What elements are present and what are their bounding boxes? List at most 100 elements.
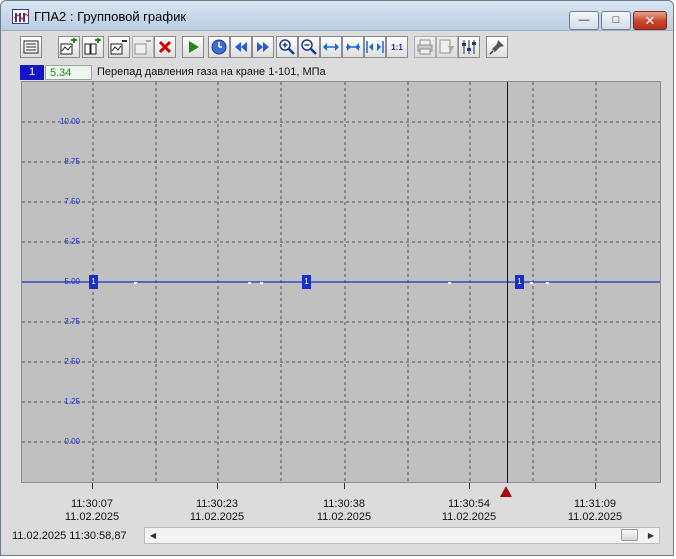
x-tick-time: 11:30:07 [70, 498, 113, 510]
x-tick-date: 11.02.2025 [316, 511, 372, 523]
x-tick-mark [92, 483, 93, 489]
minimize-icon: — [578, 14, 590, 26]
edit-chart-icon [110, 40, 127, 55]
add-multi-chart-icon [84, 38, 101, 55]
export-icon [439, 39, 454, 54]
window-title: ГПА2 : Групповой график [34, 9, 187, 24]
red-x-icon [158, 40, 172, 54]
minimize-button[interactable]: — [569, 11, 599, 30]
sliders-icon [462, 40, 476, 54]
scale-1-1-label: 1:1 [391, 42, 403, 52]
legend-number: 1 [20, 65, 44, 80]
add-chart-icon [60, 38, 77, 55]
export-button[interactable] [436, 36, 458, 58]
zoom-in-button[interactable] [276, 36, 298, 58]
client-area: 1:1 1 5.34 Перепад давления газа на кран… [10, 31, 668, 549]
expand-horizontal-button[interactable] [342, 36, 364, 58]
plot-area[interactable]: 10.00 8.75 7.50 6.25 5.00 3.75 2.50 1.25 0.00 1 1… [21, 81, 661, 484]
rewind-button[interactable] [230, 36, 252, 58]
y-axis-labels: 10.00 8.75 7.50 6.25 5.00 3.75 2.50 1.25 0.00 [22, 82, 80, 484]
app-chart-icon [12, 9, 30, 24]
pin-button[interactable] [486, 36, 508, 58]
legend-description: Перепад давления газа на кране 1-101, МП… [97, 66, 326, 78]
zoom-in-icon [279, 39, 295, 55]
x-tick-mark [595, 483, 596, 489]
play-button[interactable] [182, 36, 204, 58]
x-tick-date: 11.02.2025 [567, 511, 623, 523]
title-bar[interactable]: ГПА2 : Групповой график — □ ✕ [1, 1, 673, 31]
clock-icon [211, 39, 227, 55]
time-cursor-handle-icon[interactable] [500, 486, 512, 497]
y-tick-label: 5.00 [64, 277, 80, 286]
x-tick-date: 11.02.2025 [189, 511, 245, 523]
add-trend-button[interactable] [58, 36, 80, 58]
data-point [248, 282, 251, 284]
scale-1-1-button[interactable]: 1:1 [386, 36, 408, 58]
settings-button[interactable] [458, 36, 480, 58]
y-tick-label: 1.25 [64, 397, 80, 406]
data-point [448, 282, 451, 284]
horizontal-scrollbar[interactable]: ◀ ▶ [144, 527, 660, 544]
chart-svg [22, 82, 660, 482]
x-tick-label: 11:30:23 11.02.2025 [172, 498, 262, 524]
x-tick-date: 11.02.2025 [441, 511, 497, 523]
list-button[interactable] [20, 36, 42, 58]
y-tick-label: 7.50 [64, 197, 80, 206]
x-tick-label: 11:30:07 11.02.2025 [47, 498, 137, 524]
list-icon [23, 40, 39, 54]
trend-legend[interactable]: 1 5.34 Перепад давления газа на кране 1-… [20, 65, 660, 80]
shrink-horizontal-button[interactable] [364, 36, 386, 58]
status-bar: 11.02.2025 11:30:58,87 ◀ ▶ [10, 527, 668, 547]
x-tick-date: 11.02.2025 [64, 511, 120, 523]
shrink-horizontal-icon [366, 41, 384, 53]
close-button[interactable]: ✕ [633, 11, 667, 30]
x-tick-label: 11:30:54 11.02.2025 [424, 498, 514, 524]
remove-trend-button[interactable] [132, 36, 154, 58]
fit-horizontal-button[interactable] [320, 36, 342, 58]
x-tick-mark [217, 483, 218, 489]
y-tick-label: 6.25 [64, 237, 80, 246]
printer-icon [417, 39, 433, 55]
y-tick-label: 8.75 [64, 157, 80, 166]
x-tick-mark [344, 483, 345, 489]
scroll-left-arrow-icon[interactable]: ◀ [145, 528, 161, 543]
data-point [260, 282, 263, 284]
print-button[interactable] [414, 36, 436, 58]
scroll-right-arrow-icon[interactable]: ▶ [643, 528, 659, 543]
x-tick-label: 11:31:09 11.02.2025 [550, 498, 640, 524]
x-tick-time: 11:31:09 [573, 498, 616, 510]
y-tick-label: 2.50 [64, 357, 80, 366]
add-group-button[interactable] [82, 36, 104, 58]
forward-button[interactable] [252, 36, 274, 58]
remove-chart-icon [134, 40, 151, 55]
fit-horizontal-icon [323, 43, 339, 51]
x-tick-label: 11:30:38 11.02.2025 [299, 498, 389, 524]
y-tick-label: 3.75 [64, 317, 80, 326]
play-icon [189, 41, 199, 53]
expand-horizontal-icon [346, 43, 360, 51]
clock-button[interactable] [208, 36, 230, 58]
rewind-icon [235, 42, 247, 52]
y-tick-label: 10.00 [59, 117, 80, 126]
scroll-thumb[interactable] [621, 529, 638, 541]
data-point [134, 282, 137, 284]
data-point [530, 282, 533, 284]
series-marker: 1 [302, 275, 311, 289]
fast-forward-icon [257, 42, 269, 52]
close-icon: ✕ [644, 13, 656, 28]
x-tick-time: 11:30:38 [322, 498, 365, 510]
y-tick-label: 0.00 [64, 437, 80, 446]
maximize-icon: □ [612, 14, 620, 26]
zoom-out-button[interactable] [298, 36, 320, 58]
x-tick-mark [469, 483, 470, 489]
toolbar: 1:1 [10, 31, 668, 63]
legend-value: 5.34 [45, 65, 92, 80]
maximize-button[interactable]: □ [601, 11, 631, 30]
delete-button[interactable] [154, 36, 176, 58]
series-marker: 1 [515, 275, 524, 289]
edit-trend-button[interactable] [108, 36, 130, 58]
pin-icon [489, 40, 504, 55]
x-axis: 11:30:07 11.02.2025 11:30:23 11.02.2025 11:3… [21, 483, 661, 527]
time-cursor-line[interactable] [507, 82, 508, 484]
x-tick-time: 11:30:54 [447, 498, 490, 510]
